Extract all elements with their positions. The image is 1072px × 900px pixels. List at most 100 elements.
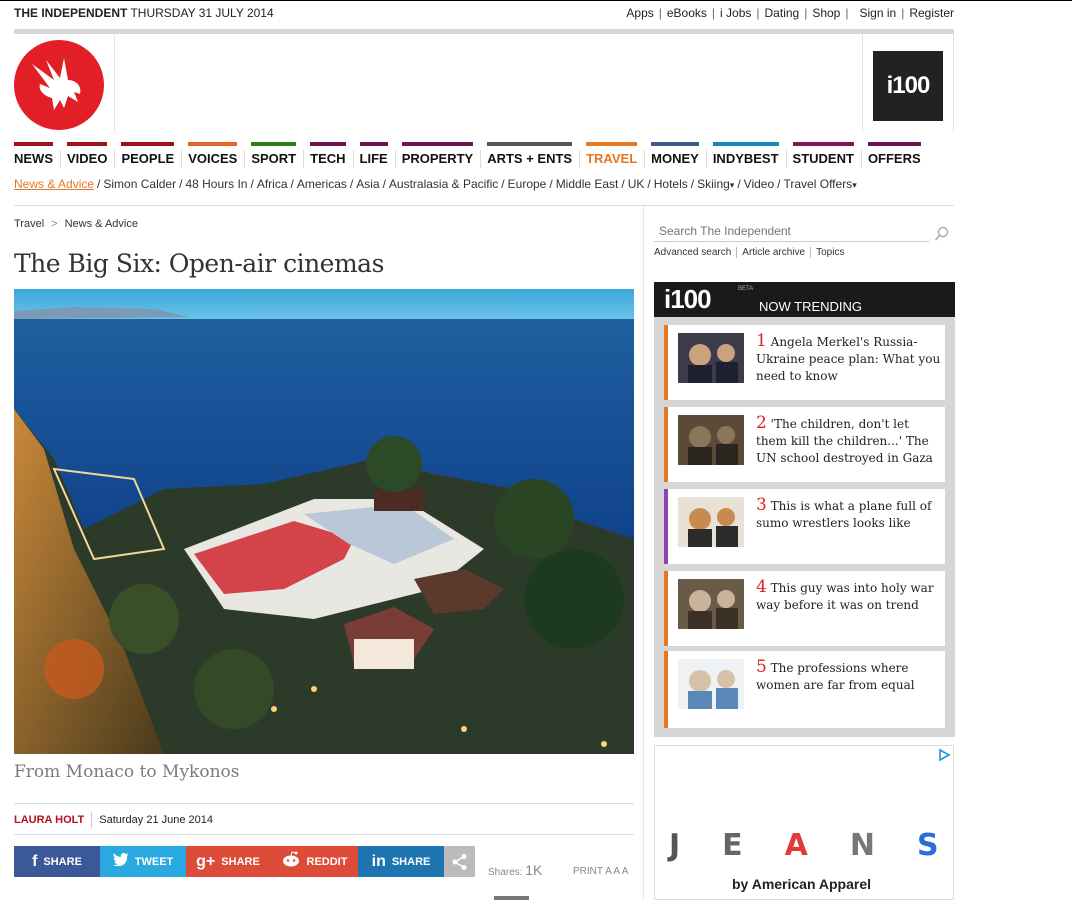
article-archive-link[interactable]: Article archive: [742, 247, 805, 258]
nav-student[interactable]: STUDENT: [792, 142, 854, 172]
trending-item[interactable]: 4 This guy was into holy war way before …: [664, 571, 945, 646]
adchoices-icon[interactable]: [937, 748, 951, 762]
i100-badge[interactable]: i100: [873, 51, 943, 121]
masthead-date: THURSDAY 31 JULY 2014: [130, 6, 274, 20]
toplink-dating[interactable]: Dating: [765, 6, 800, 20]
trending-rank: 2: [756, 413, 767, 433]
google-plus-share-button[interactable]: g+ SHARE: [186, 846, 270, 877]
subnav-simon-calder[interactable]: Simon Calder: [103, 177, 176, 191]
nav-label: SPORT: [251, 151, 297, 166]
subnav-skiing[interactable]: Skiing: [697, 177, 730, 191]
subnav-australasia-pacific[interactable]: Australasia & Pacific: [389, 177, 498, 191]
trending-header[interactable]: i100 BETA NOW TRENDING: [654, 282, 955, 317]
nav-travel[interactable]: TRAVEL: [586, 142, 638, 172]
toplink-apps[interactable]: Apps: [626, 6, 653, 20]
nav-label: OFFERS: [867, 151, 921, 166]
nav-color-bar: [188, 142, 238, 146]
share-label: SHARE: [43, 855, 82, 868]
chevron-down-icon: ▾: [729, 180, 735, 190]
hero-image[interactable]: [14, 289, 634, 754]
subnav-48-hours-in[interactable]: 48 Hours In: [185, 177, 247, 191]
trending-panel: 1 Angela Merkel's Russia-Ukraine peace p…: [654, 317, 955, 737]
breadcrumb-news-advice[interactable]: News & Advice: [65, 218, 138, 230]
google-plus-icon: g+: [196, 852, 216, 870]
print-button[interactable]: PRINT: [573, 866, 603, 877]
reddit-share-button[interactable]: REDDIT: [270, 846, 358, 877]
nav-separator: [114, 150, 116, 168]
divider: [14, 834, 634, 835]
subnav-separator: /: [737, 177, 741, 191]
divider: [14, 205, 954, 206]
nav-arts-ents[interactable]: ARTS + ENTS: [487, 142, 573, 172]
breadcrumb-travel[interactable]: Travel: [14, 218, 44, 230]
nav-money[interactable]: MONEY: [651, 142, 699, 172]
subnav-americas[interactable]: Americas: [297, 177, 347, 191]
divider: [114, 34, 115, 132]
trending-item[interactable]: 5 The professions where women are far fr…: [664, 651, 945, 728]
trending-thumbnail: [678, 659, 744, 709]
trending-headline: Angela Merkel's Russia-Ukraine peace pla…: [756, 335, 941, 383]
nav-voices[interactable]: VOICES: [188, 142, 238, 172]
subnav-uk[interactable]: UK: [628, 177, 645, 191]
author-name[interactable]: LAURA HOLT: [14, 814, 84, 826]
nav-video[interactable]: VIDEO: [67, 142, 108, 172]
more-share-button[interactable]: [444, 846, 475, 877]
subnav-hotels[interactable]: Hotels: [654, 177, 688, 191]
toplink-register[interactable]: Register: [909, 6, 954, 20]
separator: |: [658, 6, 662, 20]
trending-item[interactable]: 3 This is what a plane full of sumo wres…: [664, 489, 945, 564]
toplink-shop[interactable]: Shop: [812, 6, 840, 20]
text-size-control[interactable]: A A A: [605, 866, 628, 877]
subnav-asia[interactable]: Asia: [356, 177, 379, 191]
subnav-europe[interactable]: Europe: [508, 177, 547, 191]
nav-label: VIDEO: [67, 151, 108, 166]
nav-sport[interactable]: SPORT: [251, 142, 297, 172]
nav-separator: [860, 150, 862, 168]
subnav-africa[interactable]: Africa: [257, 177, 288, 191]
subnav-separator: /: [250, 177, 254, 191]
nav-indybest[interactable]: INDYBEST: [712, 142, 779, 172]
facebook-share-button[interactable]: f SHARE: [14, 846, 100, 877]
eagle-logo-icon[interactable]: [14, 40, 104, 130]
trending-rank: 1: [756, 331, 767, 351]
twitter-tweet-button[interactable]: TWEET: [100, 846, 186, 877]
toplink-ijobs[interactable]: i Jobs: [720, 6, 751, 20]
share-bar: f SHARE TWEET g+ SHARE REDDIT in SHARE: [14, 846, 475, 877]
advertisement[interactable]: J E A N S by American Apparel: [654, 745, 954, 900]
trending-thumbnail: [678, 415, 744, 465]
nav-label: MONEY: [651, 151, 699, 166]
toplink-sign-in[interactable]: Sign in: [859, 6, 896, 20]
beta-badge: BETA: [738, 286, 754, 292]
subnav-separator: /: [549, 177, 553, 191]
i100-badge-label: i100: [886, 72, 931, 99]
advanced-search-link[interactable]: Advanced search: [654, 247, 731, 258]
nav-label: LIFE: [359, 151, 388, 166]
linkedin-share-button[interactable]: in SHARE: [358, 846, 444, 877]
share-count: Shares: 1K: [488, 862, 542, 878]
toplink-ebooks[interactable]: eBooks: [667, 6, 707, 20]
reddit-icon: [281, 851, 301, 872]
nav-life[interactable]: LIFE: [359, 142, 388, 172]
share-network-icon: [452, 853, 466, 870]
subnav-news-advice[interactable]: News & Advice: [14, 177, 94, 191]
nav-tech[interactable]: TECH: [310, 142, 346, 172]
search-input[interactable]: [654, 220, 929, 242]
trending-headline: 'The children, don't let them kill the c…: [756, 417, 933, 465]
nav-offers[interactable]: OFFERS: [867, 142, 921, 172]
share-label: SHARE: [391, 855, 431, 868]
nav-people[interactable]: PEOPLE: [121, 142, 175, 172]
trending-headline: This guy was into holy war way before it…: [756, 581, 934, 612]
nav-separator: [352, 150, 354, 168]
search-icon[interactable]: [934, 226, 950, 242]
subnav-travel-offers[interactable]: Travel Offers: [784, 177, 853, 191]
trending-item[interactable]: 1 Angela Merkel's Russia-Ukraine peace p…: [664, 325, 945, 400]
subnav-video[interactable]: Video: [744, 177, 774, 191]
nav-color-bar: [121, 142, 175, 146]
trending-item[interactable]: 2 'The children, don't let them kill the…: [664, 407, 945, 482]
subnav-middle-east[interactable]: Middle East: [556, 177, 619, 191]
separator: [91, 812, 93, 828]
nav-news[interactable]: NEWS: [14, 142, 53, 172]
nav-property[interactable]: PROPERTY: [401, 142, 474, 172]
masthead-brand[interactable]: THE INDEPENDENT: [14, 6, 127, 20]
topics-link[interactable]: Topics: [816, 247, 844, 258]
